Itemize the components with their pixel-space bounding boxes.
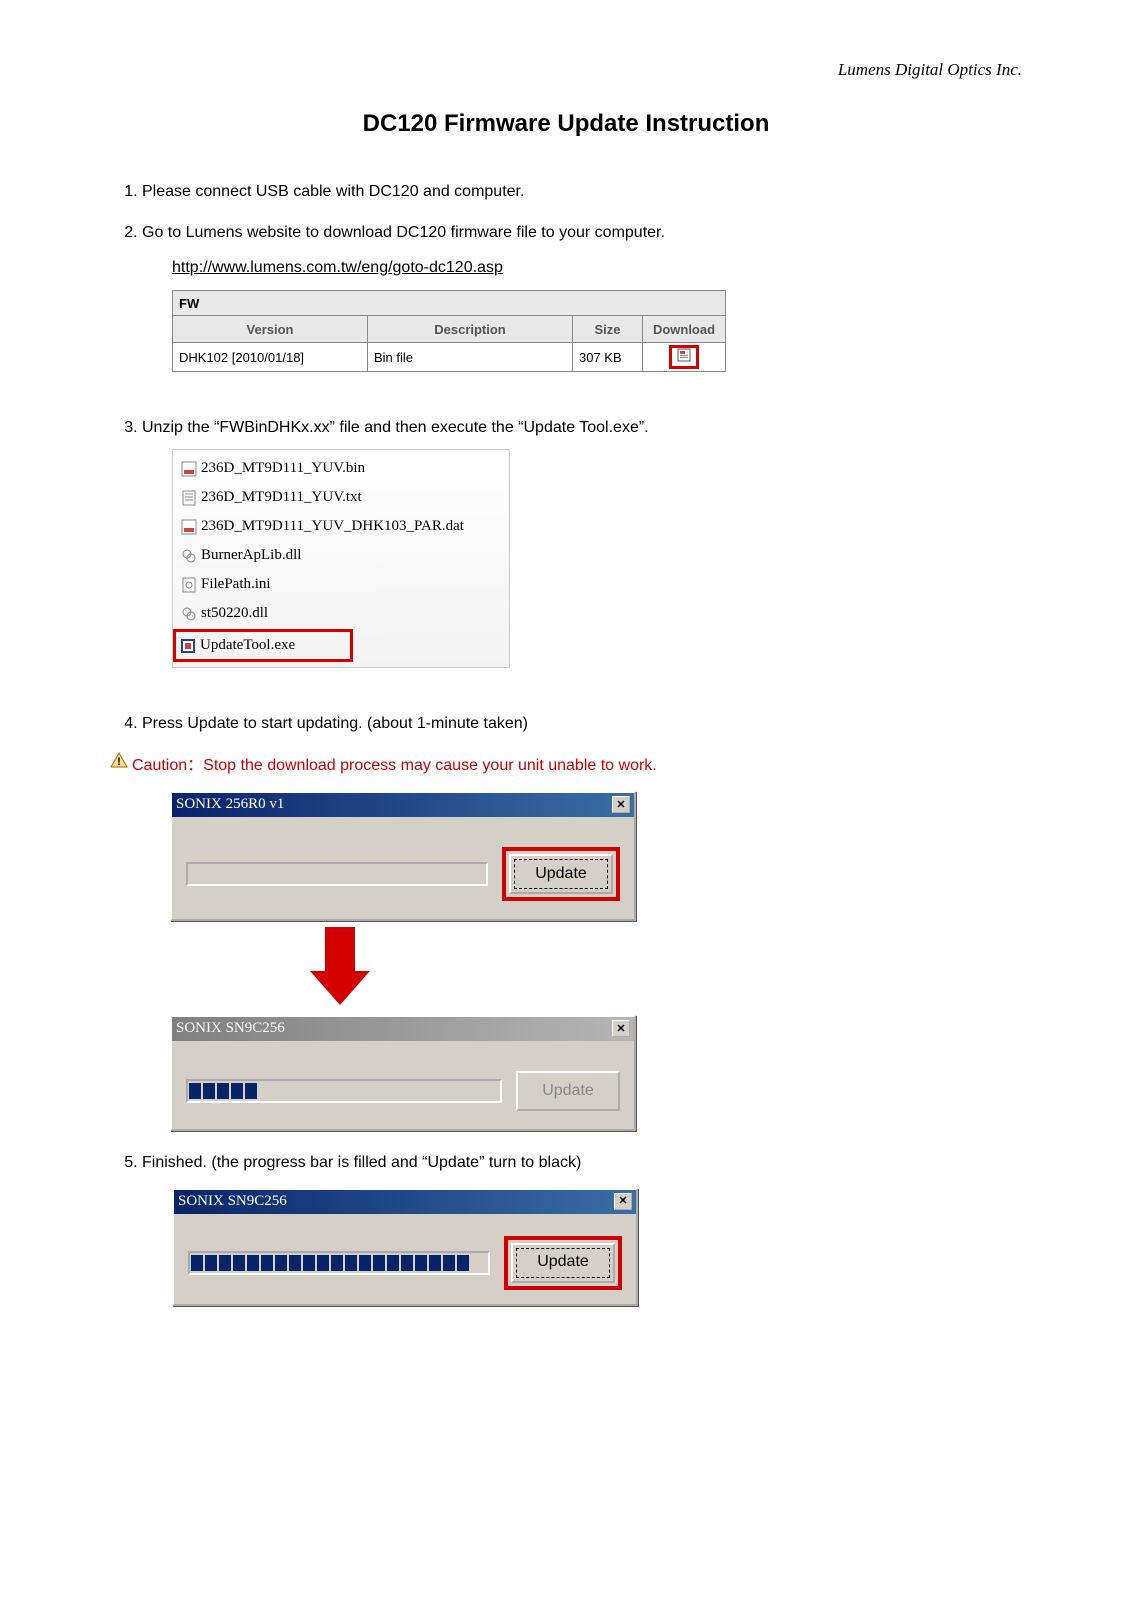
step-1-text: Please connect USB cable with DC120 and … [142, 183, 524, 200]
file-name: 236D_MT9D111_YUV.txt [201, 484, 362, 511]
download-icon [677, 346, 691, 369]
dll-file-icon [181, 548, 197, 564]
progress-block [203, 1083, 215, 1099]
file-name: 236D_MT9D111_YUV.bin [201, 455, 365, 482]
progress-block [245, 1083, 257, 1099]
page-title: DC120 Firmware Update Instruction [110, 110, 1022, 138]
dat-file-icon [181, 519, 197, 535]
progress-block [231, 1083, 243, 1099]
progress-block [289, 1255, 301, 1271]
file-list: 236D_MT9D111_YUV.bin 236D_MT9D111_YUV.tx… [172, 449, 510, 668]
progress-block [443, 1255, 455, 1271]
update-dialog-progress: SONIX SN9C256 ✕ Update [170, 1015, 636, 1131]
file-item[interactable]: 236D_MT9D111_YUV.bin [173, 454, 509, 483]
progress-block [303, 1255, 315, 1271]
progress-block [219, 1255, 231, 1271]
ini-file-icon [181, 577, 197, 593]
step-4-text: Press Update to start updating. (about 1… [142, 715, 528, 732]
update-highlight: Update [502, 847, 620, 901]
progress-block [205, 1255, 217, 1271]
fw-table: FW Version Description Size Download DHK… [172, 290, 726, 372]
update-button[interactable]: Update [509, 854, 613, 894]
progress-block [331, 1255, 343, 1271]
step-5-text: Finished. (the progress bar is filled an… [142, 1154, 581, 1171]
dialog-title: SONIX SN9C256 [176, 1020, 285, 1037]
col-download: Download [643, 316, 725, 342]
file-name: BurnerApLib.dll [201, 542, 301, 569]
progress-block [275, 1255, 287, 1271]
progress-block [457, 1255, 469, 1271]
download-url-link[interactable]: http://www.lumens.com.tw/eng/goto-dc120.… [172, 254, 503, 283]
file-item-update-tool[interactable]: UpdateTool.exe [173, 629, 353, 662]
progress-bar [186, 862, 488, 886]
progress-block [191, 1255, 203, 1271]
progress-block [387, 1255, 399, 1271]
progress-block [233, 1255, 245, 1271]
file-item[interactable]: 236D_MT9D111_YUV.txt [173, 483, 509, 512]
warning-icon: ! [110, 752, 128, 773]
col-description: Description [368, 316, 573, 342]
caution-text: Caution：Stop the download process may ca… [132, 751, 657, 775]
arrow-down-icon [310, 927, 370, 1005]
close-button[interactable]: ✕ [612, 796, 630, 813]
col-version: Version [173, 316, 368, 342]
step-2-text: Go to Lumens website to download DC120 f… [142, 224, 665, 241]
file-item[interactable]: 236D_MT9D111_YUV_DHK103_PAR.dat [173, 512, 509, 541]
step-3-text: Unzip the “FWBinDHKx.xx” file and then e… [142, 419, 649, 436]
file-name: UpdateTool.exe [200, 632, 295, 659]
progress-block [247, 1255, 259, 1271]
file-item[interactable]: FilePath.ini [173, 570, 509, 599]
progress-block [401, 1255, 413, 1271]
bin-file-icon [181, 461, 197, 477]
file-name: st50220.dll [201, 600, 268, 627]
close-button[interactable]: ✕ [612, 1020, 630, 1037]
dialog-title: SONIX 256R0 v1 [176, 796, 284, 813]
progress-block [189, 1083, 201, 1099]
update-button[interactable]: Update [511, 1243, 615, 1283]
download-highlight [669, 345, 699, 369]
cell-version: DHK102 [2010/01/18] [173, 343, 368, 371]
progress-block [359, 1255, 371, 1271]
cell-download[interactable] [643, 343, 725, 371]
progress-block [345, 1255, 357, 1271]
cell-size: 307 KB [573, 343, 643, 371]
update-highlight: Update [504, 1236, 622, 1290]
col-size: Size [573, 316, 643, 342]
progress-bar [186, 1079, 502, 1103]
update-button: Update [516, 1071, 620, 1111]
dialog-title: SONIX SN9C256 [178, 1188, 287, 1215]
file-name: 236D_MT9D111_YUV_DHK103_PAR.dat [201, 513, 464, 540]
file-item[interactable]: BurnerApLib.dll [173, 541, 509, 570]
dll-file-icon [181, 606, 197, 622]
progress-block [261, 1255, 273, 1271]
company-name: Lumens Digital Optics Inc. [110, 60, 1022, 80]
update-dialog-finished: SONIX SN9C256 ✕ Update [172, 1188, 638, 1306]
progress-block [415, 1255, 427, 1271]
update-dialog-initial: SONIX 256R0 v1 ✕ Update [170, 791, 636, 921]
progress-bar [188, 1251, 490, 1275]
progress-block [217, 1083, 229, 1099]
exe-file-icon [180, 638, 196, 654]
txt-file-icon [181, 490, 197, 506]
progress-block [429, 1255, 441, 1271]
file-name: FilePath.ini [201, 571, 271, 598]
progress-block [373, 1255, 385, 1271]
svg-text:!: ! [117, 756, 121, 768]
fw-table-title: FW [173, 291, 725, 316]
close-button[interactable]: ✕ [614, 1193, 632, 1210]
file-item[interactable]: st50220.dll [173, 599, 509, 628]
cell-desc: Bin file [368, 343, 573, 371]
progress-block [317, 1255, 329, 1271]
